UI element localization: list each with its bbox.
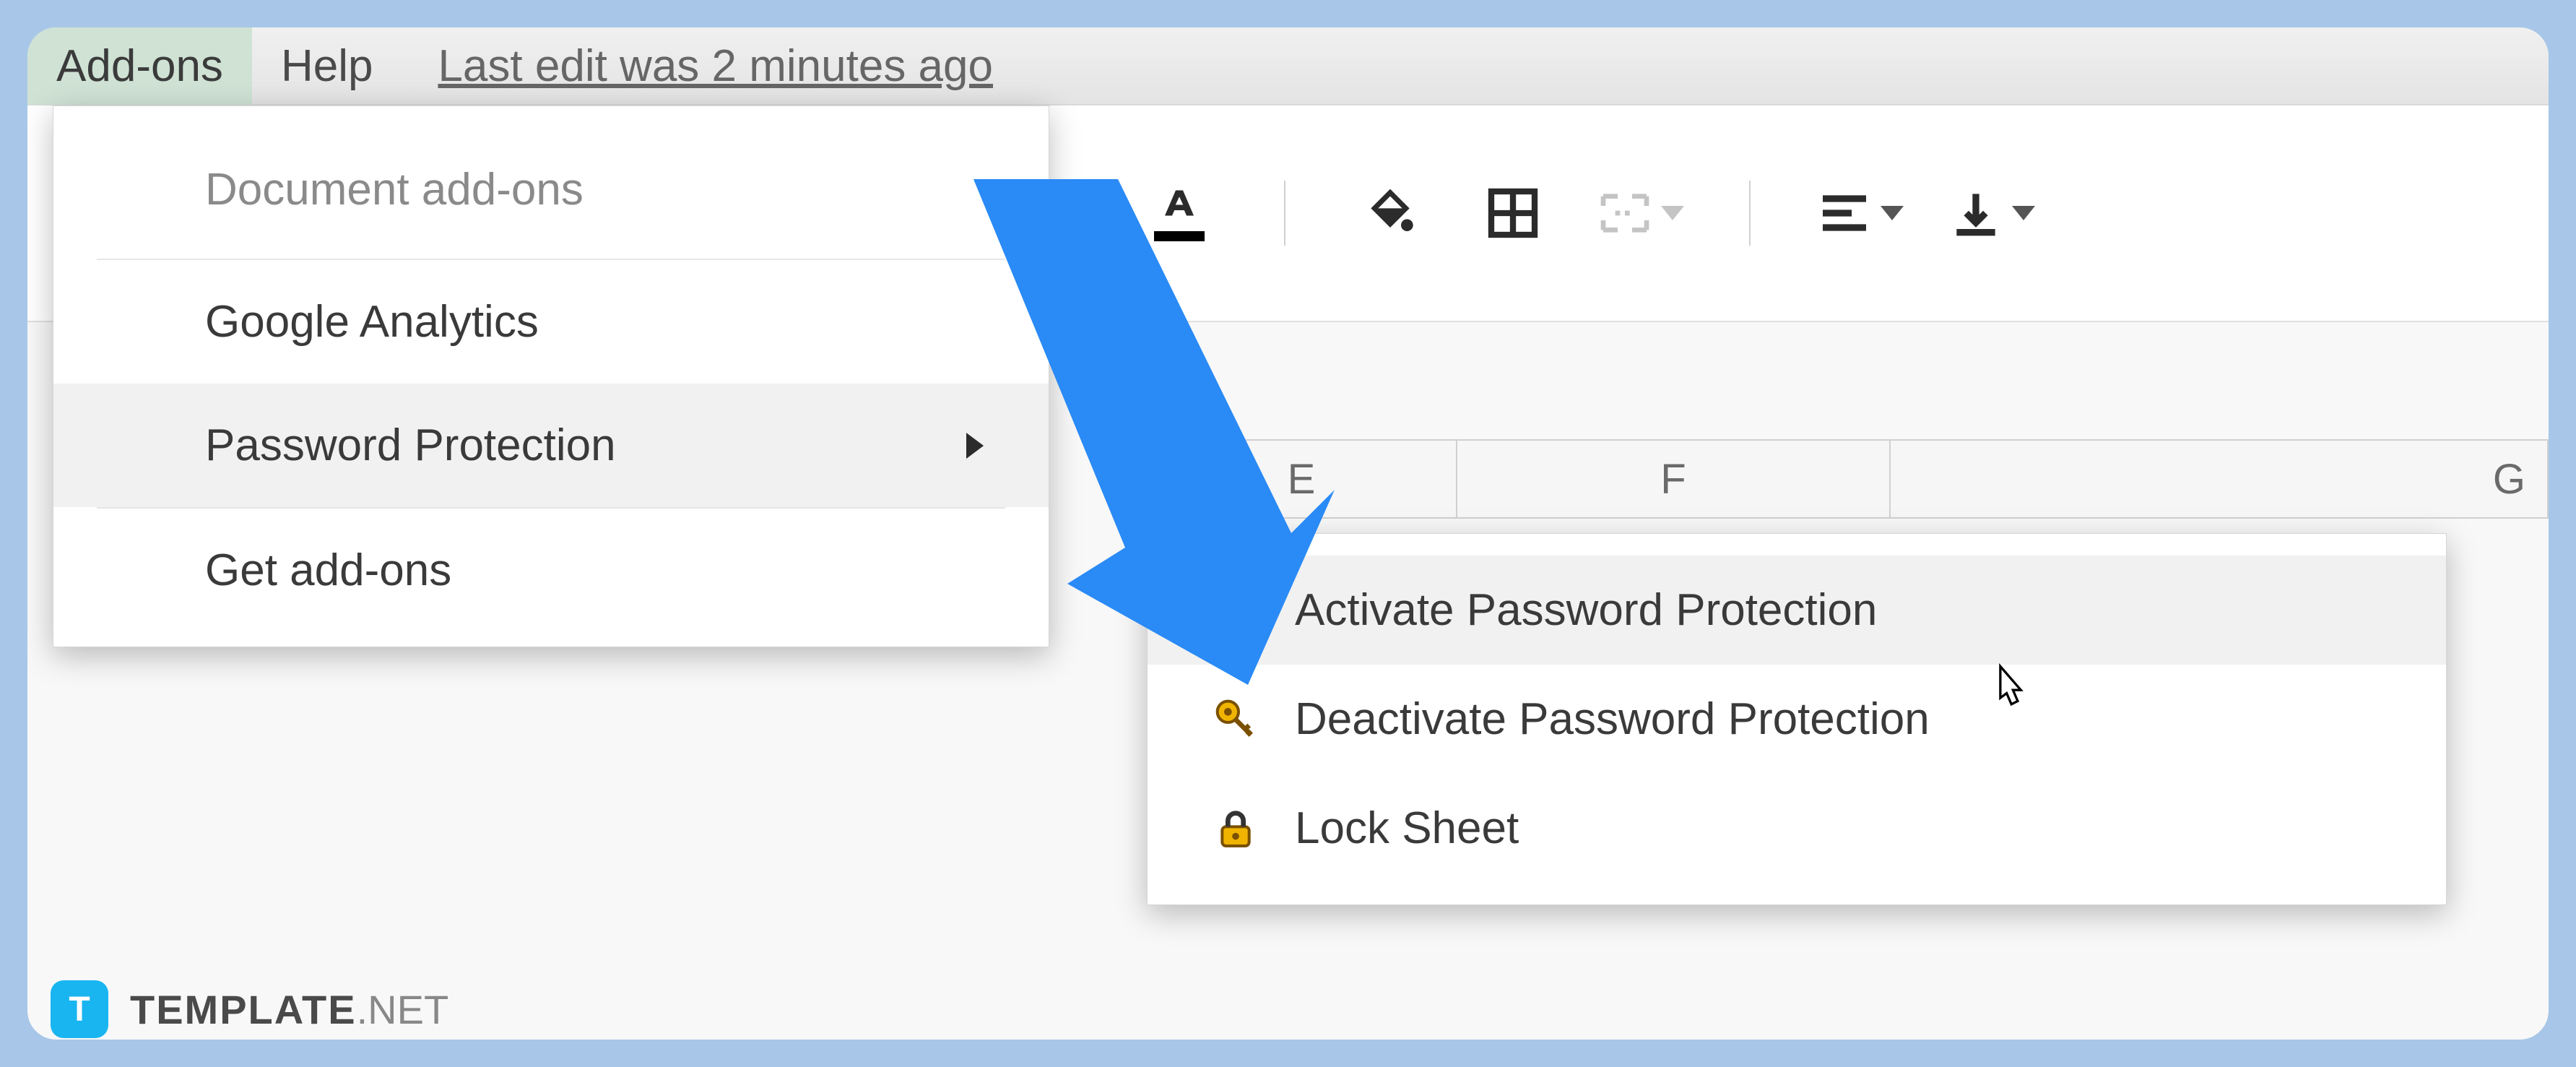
merge-cells-icon[interactable] (1596, 173, 1684, 253)
submenu-activate-password[interactable]: Activate Password Protection (1148, 556, 2446, 665)
watermark: T TEMPLATE.NET (51, 980, 448, 1038)
submenu-item-label: Deactivate Password Protection (1295, 694, 1930, 745)
key-icon (1213, 696, 1259, 743)
password-protection-submenu: Activate Password Protection Deactivate … (1147, 533, 2447, 905)
horizontal-align-icon[interactable] (1816, 173, 1904, 253)
submenu-item-label: Lock Sheet (1295, 803, 1519, 854)
submenu-lock-sheet[interactable]: Lock Sheet (1148, 774, 2446, 883)
menu-item-label: Get add-ons (205, 545, 451, 596)
key-icon (1213, 587, 1259, 634)
menu-addons[interactable]: Add-ons (27, 27, 252, 105)
toolbar-separator (1749, 181, 1751, 246)
column-header-f[interactable]: F (1457, 441, 1891, 517)
watermark-brand: TEMPLATE (130, 987, 357, 1032)
borders-icon[interactable] (1473, 173, 1553, 253)
column-header-e[interactable]: E (1147, 441, 1457, 517)
column-header-g[interactable]: G (1891, 441, 2549, 517)
dropdown-header: Document add-ons (53, 106, 1049, 259)
menubar: Add-ons Help Last edit was 2 minutes ago (27, 27, 2549, 105)
lock-icon (1213, 805, 1259, 852)
last-edit-link[interactable]: Last edit was 2 minutes ago (438, 40, 993, 92)
submenu-deactivate-password[interactable]: Deactivate Password Protection (1148, 665, 2446, 774)
addon-password-protection[interactable]: Password Protection (53, 384, 1049, 507)
addons-dropdown: Document add-ons Google Analytics Passwo… (53, 105, 1049, 647)
menu-help[interactable]: Help (252, 27, 402, 105)
watermark-suffix: .NET (357, 987, 449, 1032)
toolbar-separator (1284, 181, 1285, 246)
submenu-arrow-icon (966, 433, 984, 459)
get-addons[interactable]: Get add-ons (53, 509, 1049, 632)
vertical-align-icon[interactable] (1947, 173, 2035, 253)
menu-item-label: Google Analytics (205, 296, 539, 347)
column-headers: E F G (1147, 439, 2549, 519)
submenu-item-label: Activate Password Protection (1295, 584, 1877, 636)
fill-color-icon[interactable] (1350, 173, 1430, 253)
watermark-logo-icon: T (51, 980, 108, 1038)
menu-item-label: Password Protection (205, 420, 616, 471)
addon-google-analytics[interactable]: Google Analytics (53, 260, 1049, 384)
text-color-icon[interactable] (1140, 173, 1219, 253)
